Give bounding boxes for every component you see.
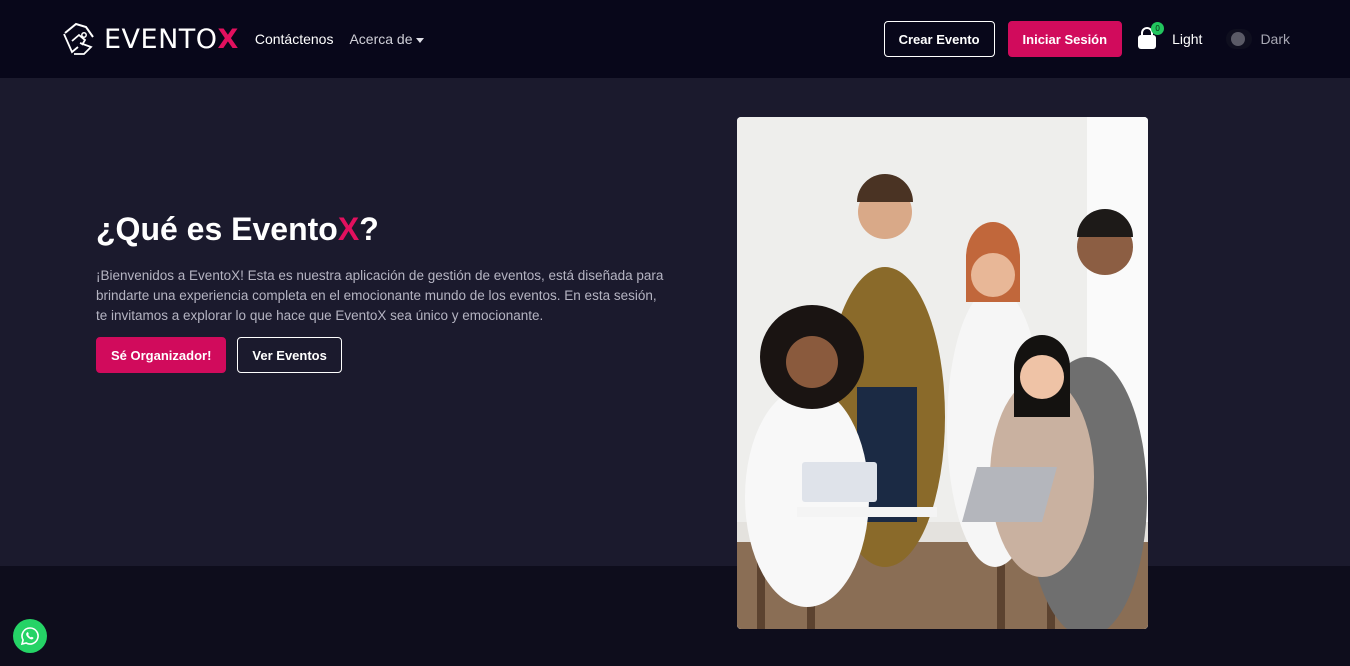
theme-toggle-knob [1231,32,1246,46]
team-photo [737,117,1148,629]
view-events-button[interactable]: Ver Eventos [237,337,342,373]
nav-right: Crear Evento Iniciar Sesión 0 Light Dark [883,21,1290,57]
eventox-logo-icon [63,22,94,55]
cart-button[interactable]: 0 [1136,22,1165,51]
brand-name-accent: X [217,23,239,55]
nav-link-contact[interactable]: Contáctenos [255,31,334,47]
team-photo-illustration [737,117,1148,629]
login-button[interactable]: Iniciar Sesión [1007,21,1123,57]
create-event-button[interactable]: Crear Evento [883,21,995,57]
hero-buttons: Sé Organizador! Ver Eventos [96,337,342,373]
theme-dark-label[interactable]: Dark [1260,31,1290,47]
theme-light-label[interactable]: Light [1172,31,1202,47]
hero-title: ¿Qué es EventoX? [96,211,379,248]
become-organizer-button[interactable]: Sé Organizador! [96,337,227,373]
brand[interactable]: EVENTOX [60,21,239,57]
brand-name: EVENTOX [104,24,239,55]
brand-name-main: EVENTO [104,23,218,55]
hero-description: ¡Bienvenidos a EventoX! Esta es nuestra … [96,268,664,323]
navbar: EVENTOX Contáctenos Acerca de Crear Even… [0,0,1350,78]
cart-badge: 0 [1151,22,1165,35]
nav-dropdown-about[interactable]: Acerca de [349,31,424,47]
whatsapp-icon [20,627,39,646]
hero-title-prefix: ¿Qué es Evento [96,211,338,247]
theme-toggle[interactable] [1226,29,1253,49]
hero-title-suffix: ? [359,211,379,247]
nav-dropdown-about-label: Acerca de [349,31,413,47]
caret-down-icon [415,37,424,43]
whatsapp-button[interactable] [13,619,47,653]
nav-links: Contáctenos Acerca de [255,31,424,47]
hero-title-accent: X [337,211,360,247]
